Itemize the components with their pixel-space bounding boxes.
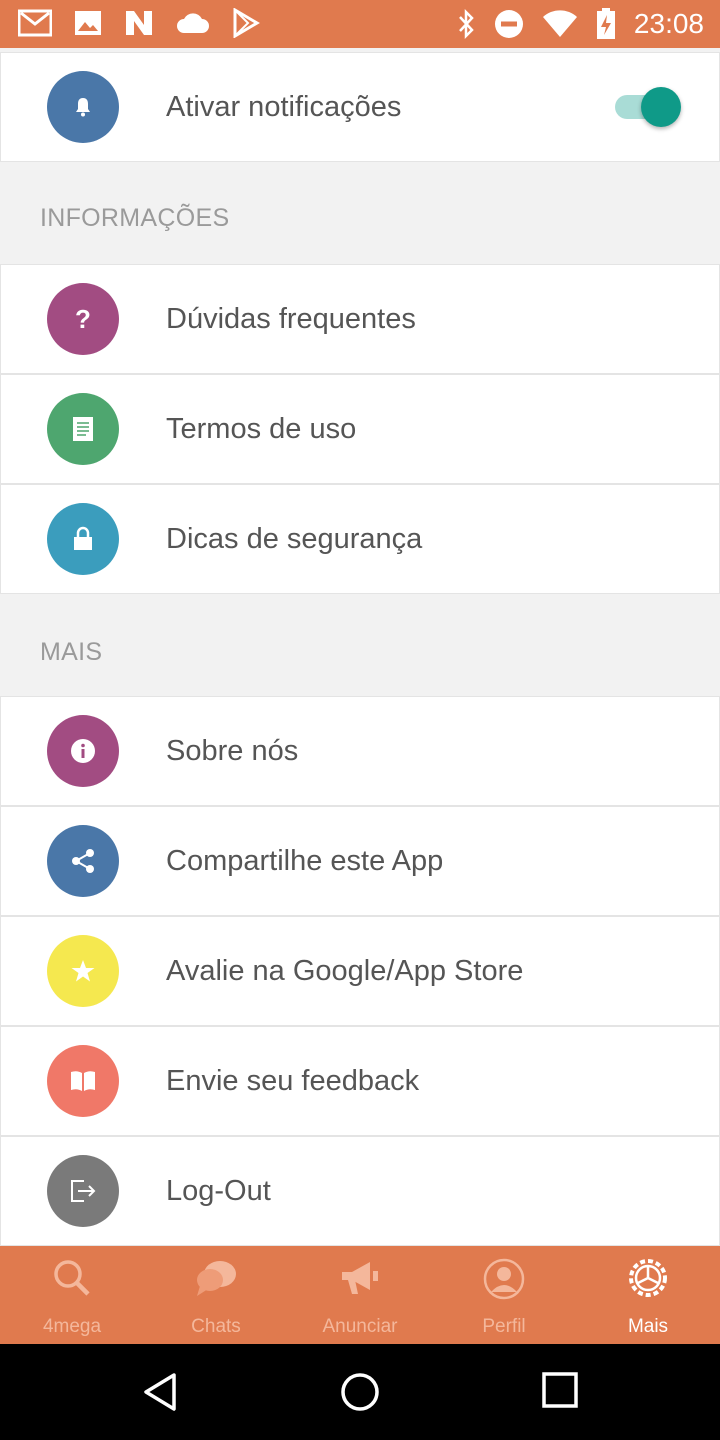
- question-icon: ?: [47, 283, 119, 355]
- share-row[interactable]: Compartilhe este App: [0, 806, 720, 916]
- bluetooth-icon: [456, 8, 476, 40]
- battery-charging-icon: [596, 8, 616, 40]
- star-icon: [47, 935, 119, 1007]
- wifi-icon: [542, 10, 578, 38]
- nav-label-mais: Mais: [627, 1316, 669, 1337]
- home-icon[interactable]: [340, 1372, 380, 1417]
- logout-row[interactable]: Log-Out: [0, 1136, 720, 1246]
- play-store-icon: [232, 8, 260, 38]
- clock: 23:08: [633, 8, 704, 39]
- search-icon: [52, 1258, 92, 1303]
- megaphone-icon: [338, 1258, 382, 1303]
- section-title-mais: MAIS: [40, 638, 103, 666]
- bottom-nav: 4mega Chats Anunciar Perfil Mais: [0, 1246, 720, 1344]
- logout-icon: [47, 1155, 119, 1227]
- profile-icon: [483, 1258, 525, 1305]
- terms-label: Termos de uso: [166, 413, 357, 445]
- gmail-icon: [18, 9, 52, 37]
- rate-label: Avalie na Google/App Store: [166, 955, 524, 987]
- nav-item-anunciar[interactable]: Anunciar: [288, 1246, 432, 1344]
- document-icon: [47, 393, 119, 465]
- info-icon: [47, 715, 119, 787]
- share-icon: [47, 825, 119, 897]
- notifications-toggle[interactable]: [615, 87, 681, 127]
- settings-icon: [628, 1258, 668, 1303]
- security-tips-row[interactable]: Dicas de segurança: [0, 484, 720, 594]
- book-icon: [47, 1045, 119, 1117]
- nav-label-4mega: 4mega: [42, 1316, 102, 1337]
- section-title-informacoes: INFORMAÇÕES: [40, 204, 230, 232]
- rate-row[interactable]: Avalie na Google/App Store: [0, 916, 720, 1026]
- status-bar: 23:08: [0, 0, 720, 48]
- nav-item-perfil[interactable]: Perfil: [432, 1246, 576, 1344]
- back-icon[interactable]: [142, 1372, 178, 1417]
- system-nav-bar: [0, 1344, 720, 1440]
- feedback-label: Envie seu feedback: [166, 1065, 420, 1097]
- n-app-icon: [124, 9, 154, 37]
- nav-label-perfil: Perfil: [482, 1316, 526, 1337]
- nav-item-mais[interactable]: Mais: [576, 1246, 720, 1344]
- nav-item-4mega[interactable]: 4mega: [0, 1246, 144, 1344]
- nav-item-chats[interactable]: Chats: [144, 1246, 288, 1344]
- lock-icon: [47, 503, 119, 575]
- faq-row[interactable]: ? Dúvidas frequentes: [0, 264, 720, 374]
- nav-label-anunciar: Anunciar: [322, 1316, 398, 1337]
- security-tips-label: Dicas de segurança: [166, 523, 423, 555]
- about-row[interactable]: Sobre nós: [0, 696, 720, 806]
- about-label: Sobre nós: [166, 735, 299, 767]
- bell-icon: [47, 71, 119, 143]
- cloud-icon: [176, 11, 210, 35]
- do-not-disturb-icon: [494, 9, 524, 39]
- share-label: Compartilhe este App: [166, 845, 444, 877]
- notifications-label: Ativar notificações: [166, 91, 402, 123]
- notifications-row[interactable]: Ativar notificações: [0, 52, 720, 162]
- image-icon: [74, 10, 102, 36]
- faq-label: Dúvidas frequentes: [166, 303, 416, 335]
- recents-icon[interactable]: [542, 1372, 578, 1413]
- chat-icon: [194, 1258, 238, 1303]
- terms-row[interactable]: Termos de uso: [0, 374, 720, 484]
- feedback-row[interactable]: Envie seu feedback: [0, 1026, 720, 1136]
- settings-list: Ativar notificações INFORMAÇÕES ? Dúvida…: [0, 48, 720, 1246]
- nav-label-chats: Chats: [191, 1316, 241, 1337]
- logout-label: Log-Out: [166, 1175, 271, 1207]
